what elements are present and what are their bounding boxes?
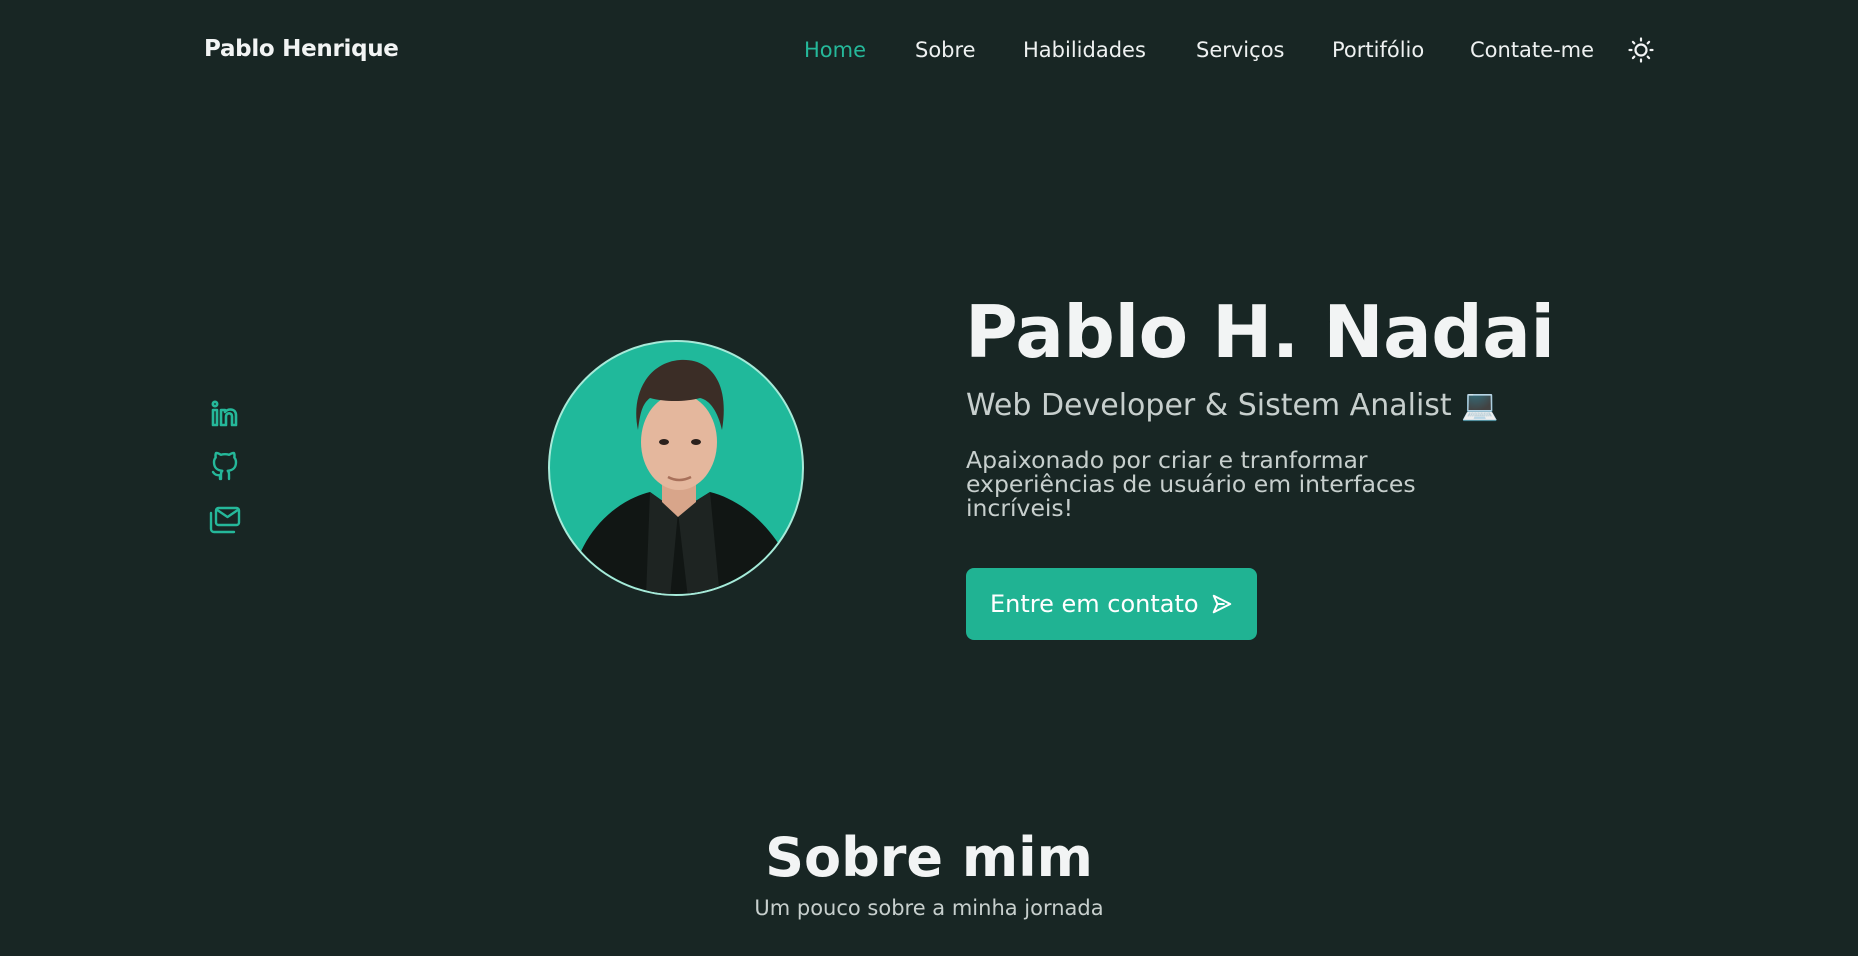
- nav-contate-me[interactable]: Contate-me: [1470, 38, 1594, 62]
- hero-description: Apaixonado por criar e tranformar experi…: [966, 446, 1416, 522]
- about-subtitle: Um pouco sobre a minha jornada: [754, 896, 1104, 920]
- profile-photo: [548, 340, 804, 596]
- nav-habilidades[interactable]: Habilidades: [1023, 38, 1146, 62]
- nav-portifolio[interactable]: Portifólio: [1332, 38, 1424, 62]
- hero-title: Pablo H. Nadai: [965, 290, 1555, 374]
- site-header: Pablo Henrique Home Sobre Habilidades Se…: [0, 0, 1858, 104]
- linkedin-icon: [211, 400, 238, 427]
- site-logo[interactable]: Pablo Henrique: [204, 36, 399, 62]
- nav-sobre[interactable]: Sobre: [915, 38, 976, 62]
- send-icon: [1212, 594, 1231, 614]
- contact-button-label: Entre em contato: [990, 590, 1199, 618]
- email-link[interactable]: [208, 504, 242, 538]
- github-icon: [211, 451, 238, 481]
- linkedin-link[interactable]: [208, 398, 242, 432]
- sun-icon: [1628, 37, 1654, 63]
- mail-icon: [209, 506, 241, 534]
- nav-servicos[interactable]: Serviços: [1196, 38, 1284, 62]
- nav-home[interactable]: Home: [804, 38, 866, 62]
- about-title: Sobre mim: [765, 826, 1093, 889]
- hero-subtitle: Web Developer & Sistem Analist 💻: [966, 388, 1499, 423]
- theme-toggle-button[interactable]: [1628, 37, 1654, 63]
- github-link[interactable]: [208, 450, 242, 484]
- contact-button[interactable]: Entre em contato: [966, 568, 1257, 640]
